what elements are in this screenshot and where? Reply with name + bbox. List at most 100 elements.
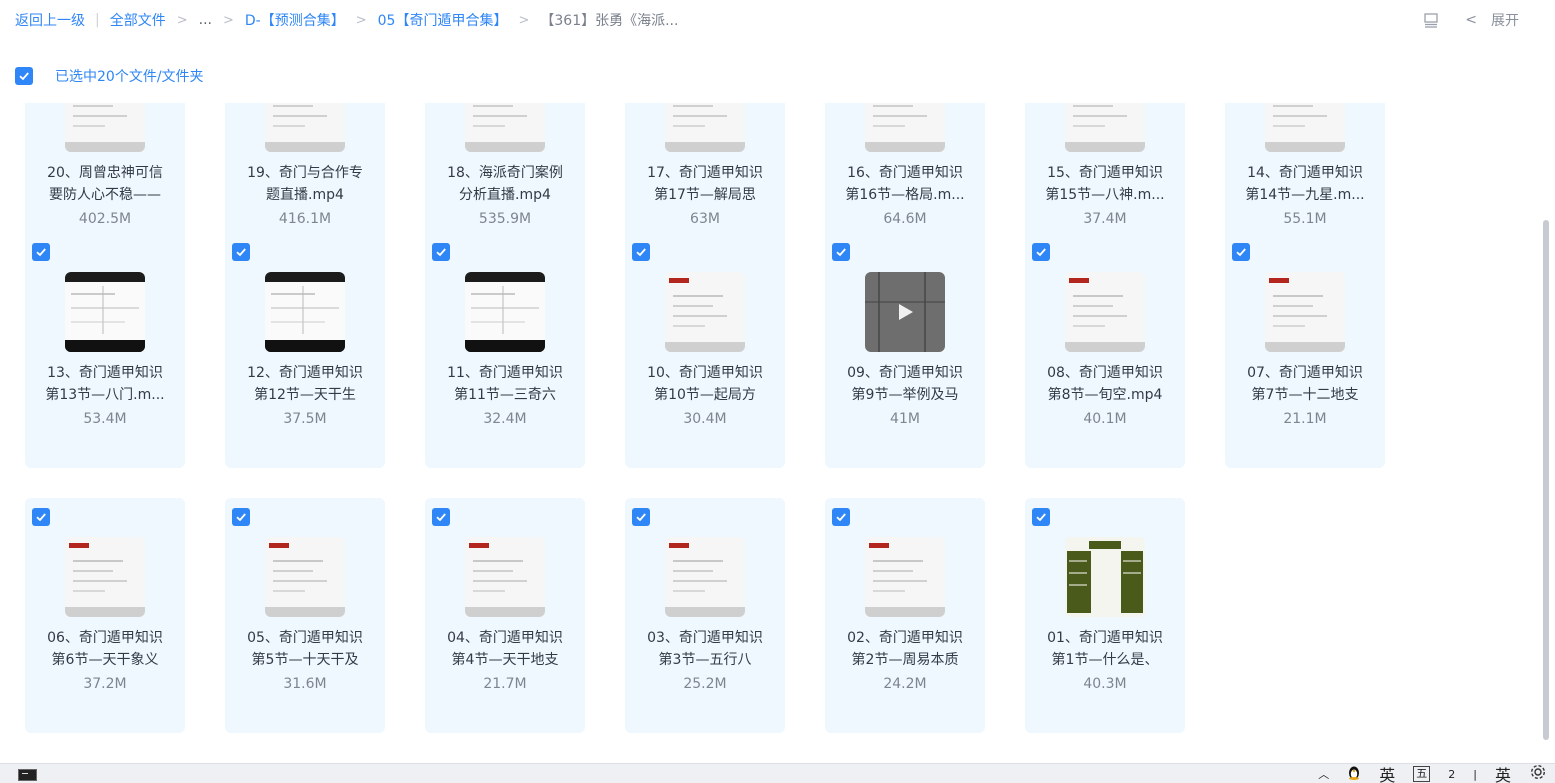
video-thumbnail[interactable] <box>265 103 345 152</box>
file-name[interactable]: 20、周曾忠神可信 要防人心不稳—— <box>25 162 185 206</box>
file-size: 37.5M <box>283 411 327 427</box>
back-link[interactable]: 返回上一级 <box>15 10 85 30</box>
terminal-icon[interactable] <box>18 769 37 781</box>
file-name-line1: 16、奇门遁甲知识 <box>847 165 963 181</box>
video-thumbnail[interactable] <box>65 537 145 617</box>
chevron-up-icon[interactable]: ︿ <box>1318 766 1329 782</box>
file-checkbox[interactable] <box>1032 508 1050 526</box>
file-name-line1: 15、奇门遁甲知识 <box>1047 165 1163 181</box>
file-card[interactable]: 11、奇门遁甲知识 第11节—三奇六 32.4M <box>425 233 585 468</box>
file-checkbox[interactable] <box>232 508 250 526</box>
video-thumbnail[interactable] <box>65 272 145 352</box>
breadcrumb-all-files[interactable]: 全部文件 <box>110 10 166 30</box>
video-thumbnail[interactable] <box>865 272 945 352</box>
penguin-icon[interactable] <box>1347 764 1361 783</box>
ime-language-indicator-2[interactable]: 英 <box>1495 762 1511 783</box>
file-checkbox[interactable] <box>32 243 50 261</box>
file-name[interactable]: 13、奇门遁甲知识 第13节—八门.m... <box>25 362 185 406</box>
file-name-line2: 第6节—天干象义 <box>51 652 159 668</box>
file-name-line2: 第8节—旬空.mp4 <box>1047 387 1163 403</box>
video-thumbnail[interactable] <box>465 537 545 617</box>
file-checkbox[interactable] <box>832 243 850 261</box>
ime-number-indicator[interactable]: 2 <box>1448 768 1455 781</box>
video-thumbnail[interactable] <box>1065 272 1145 352</box>
file-checkbox[interactable] <box>1232 243 1250 261</box>
expand-button[interactable]: 展开 <box>1491 10 1519 30</box>
chevron-left-icon[interactable]: < <box>1465 12 1477 28</box>
file-checkbox[interactable] <box>32 508 50 526</box>
file-name[interactable]: 03、奇门遁甲知识 第3节—五行八 <box>625 627 785 671</box>
breadcrumb-ellipsis[interactable]: ... <box>199 12 212 28</box>
file-checkbox[interactable] <box>632 508 650 526</box>
file-name[interactable]: 07、奇门遁甲知识 第7节—十二地支 <box>1225 362 1385 406</box>
ime-language-indicator[interactable]: 英 <box>1379 762 1395 783</box>
breadcrumb-level2[interactable]: 05【奇门遁甲合集】 <box>378 10 508 30</box>
file-name[interactable]: 16、奇门遁甲知识 第16节—格局.m... <box>825 162 985 206</box>
video-thumbnail[interactable] <box>265 272 345 352</box>
video-thumbnail[interactable] <box>265 537 345 617</box>
file-card[interactable]: 09、奇门遁甲知识 第9节—举例及马 41M <box>825 233 985 468</box>
file-name[interactable]: 15、奇门遁甲知识 第15节—八神.m... <box>1025 162 1185 206</box>
video-thumbnail[interactable] <box>865 103 945 152</box>
video-thumbnail[interactable] <box>1065 103 1145 152</box>
file-name[interactable]: 09、奇门遁甲知识 第9节—举例及马 <box>825 362 985 406</box>
view-controls: < 展开 <box>1423 10 1519 30</box>
file-name[interactable]: 11、奇门遁甲知识 第11节—三奇六 <box>425 362 585 406</box>
ime-mode-indicator[interactable]: 五 <box>1413 766 1431 782</box>
gear-icon[interactable] <box>1529 763 1547 783</box>
file-card[interactable]: 13、奇门遁甲知识 第13节—八门.m... 53.4M <box>25 233 185 468</box>
file-name[interactable]: 10、奇门遁甲知识 第10节—起局方 <box>625 362 785 406</box>
video-thumbnail[interactable] <box>665 272 745 352</box>
file-card[interactable]: 02、奇门遁甲知识 第2节—周易本质 24.2M <box>825 498 985 733</box>
file-card[interactable]: 01、奇门遁甲知识 第1节—什么是、 40.3M <box>1025 498 1185 733</box>
file-name[interactable]: 12、奇门遁甲知识 第12节—天干生 <box>225 362 385 406</box>
video-thumbnail[interactable] <box>465 103 545 152</box>
file-name[interactable]: 04、奇门遁甲知识 第4节—天干地支 <box>425 627 585 671</box>
video-thumbnail[interactable] <box>465 272 545 352</box>
video-thumbnail[interactable] <box>1065 537 1145 617</box>
file-card[interactable]: 07、奇门遁甲知识 第7节—十二地支 21.1M <box>1225 233 1385 468</box>
video-thumbnail[interactable] <box>665 537 745 617</box>
file-name[interactable]: 01、奇门遁甲知识 第1节—什么是、 <box>1025 627 1185 671</box>
file-name[interactable]: 08、奇门遁甲知识 第8节—旬空.mp4 <box>1025 362 1185 406</box>
video-thumbnail[interactable] <box>65 103 145 152</box>
file-name[interactable]: 14、奇门遁甲知识 第14节—九星.m... <box>1225 162 1385 206</box>
file-checkbox[interactable] <box>632 243 650 261</box>
file-name-line2: 第13节—八门.m... <box>45 387 165 403</box>
file-checkbox[interactable] <box>232 243 250 261</box>
video-thumbnail[interactable] <box>665 103 745 152</box>
file-name[interactable]: 02、奇门遁甲知识 第2节—周易本质 <box>825 627 985 671</box>
file-card[interactable]: 04、奇门遁甲知识 第4节—天干地支 21.7M <box>425 498 585 733</box>
file-size: 37.2M <box>83 676 127 692</box>
file-name-line2: 第12节—天干生 <box>254 387 356 403</box>
video-thumbnail[interactable] <box>1265 103 1345 152</box>
video-thumbnail[interactable] <box>865 537 945 617</box>
file-card[interactable]: 05、奇门遁甲知识 第5节—十天干及 31.6M <box>225 498 385 733</box>
file-size: 31.6M <box>283 676 327 692</box>
file-name-line2: 第5节—十天干及 <box>251 652 359 668</box>
file-name-line2: 第4节—天干地支 <box>451 652 559 668</box>
file-name[interactable]: 17、奇门遁甲知识 第17节—解局思 <box>625 162 785 206</box>
video-thumbnail[interactable] <box>1265 272 1345 352</box>
file-checkbox[interactable] <box>432 508 450 526</box>
file-card[interactable]: 12、奇门遁甲知识 第12节—天干生 37.5M <box>225 233 385 468</box>
file-checkbox[interactable] <box>1032 243 1050 261</box>
file-name[interactable]: 19、奇门与合作专 题直播.mp4 <box>225 162 385 206</box>
breadcrumb-level1[interactable]: D-【预测合集】 <box>245 10 345 30</box>
file-size: 25.2M <box>683 676 727 692</box>
scrollbar[interactable] <box>1543 220 1549 740</box>
file-card[interactable]: 06、奇门遁甲知识 第6节—天干象义 37.2M <box>25 498 185 733</box>
file-card[interactable]: 10、奇门遁甲知识 第10节—起局方 30.4M <box>625 233 785 468</box>
file-card[interactable]: 08、奇门遁甲知识 第8节—旬空.mp4 40.1M <box>1025 233 1185 468</box>
file-checkbox[interactable] <box>832 508 850 526</box>
file-name[interactable]: 06、奇门遁甲知识 第6节—天干象义 <box>25 627 185 671</box>
select-all-checkbox[interactable] <box>15 67 33 85</box>
file-name-line1: 07、奇门遁甲知识 <box>1247 365 1363 381</box>
file-name[interactable]: 18、海派奇门案例 分析直播.mp4 <box>425 162 585 206</box>
list-view-icon[interactable] <box>1423 12 1439 28</box>
file-card[interactable]: 03、奇门遁甲知识 第3节—五行八 25.2M <box>625 498 785 733</box>
file-checkbox[interactable] <box>432 243 450 261</box>
file-name-line1: 18、海派奇门案例 <box>447 165 563 181</box>
file-name[interactable]: 05、奇门遁甲知识 第5节—十天干及 <box>225 627 385 671</box>
breadcrumb: 返回上一级 | 全部文件 > ... > D-【预测合集】 > 05【奇门遁甲合… <box>15 10 678 30</box>
